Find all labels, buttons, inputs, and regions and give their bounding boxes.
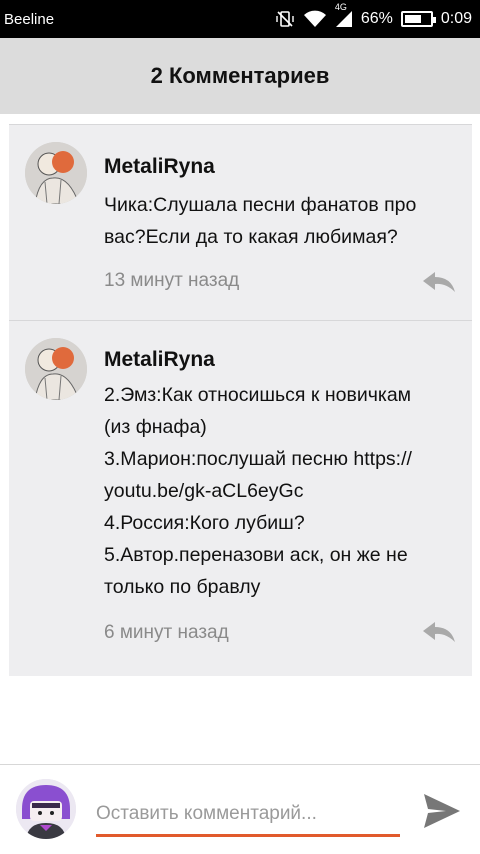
comment-card: MetaliRyna 2.Эмз:Как относишься к новичк… (9, 320, 472, 676)
comment-line: вас?Если да то какая любимая? (104, 226, 398, 248)
status-bar: Beeline 4G 66% 0:09 (0, 0, 480, 38)
comment-timestamp: 13 минут назад (104, 270, 240, 291)
avatar[interactable] (25, 338, 87, 400)
clock: 0:09 (440, 10, 472, 27)
header: 2 Комментариев (0, 38, 480, 114)
vibrate-off-icon (275, 9, 295, 29)
comment-card: MetaliRyna Чика:Слушала песни фанатов пр… (9, 124, 472, 320)
battery-percent: 66% (360, 10, 393, 27)
battery-fill (404, 15, 421, 23)
wifi-icon (303, 10, 327, 28)
battery-icon (400, 11, 436, 27)
comment-list: MetaliRyna Чика:Слушала песни фанатов пр… (9, 124, 472, 676)
comment-timestamp: 6 минут назад (104, 622, 229, 643)
avatar[interactable] (25, 142, 87, 204)
comment-line: Чика:Слушала песни фанатов про (104, 194, 417, 216)
status-icons: 4G 66% 0:09 (275, 2, 472, 29)
comment-text: 2.Эмз:Как относишься к новичкам (из фнаф… (104, 379, 464, 603)
comment-line: (из фнафа) (104, 416, 207, 438)
send-icon (424, 794, 460, 828)
comment-input-bar (0, 764, 480, 854)
reply-arrow-icon[interactable] (422, 271, 456, 293)
comment-line: 3.Марион:послушай песню https:// (104, 448, 412, 470)
network-type: 4G (334, 2, 347, 12)
signal-icon: 4G (335, 2, 353, 28)
comment-input[interactable] (96, 793, 400, 837)
comment-line: 5.Автор.переназови аск, он же не (104, 544, 408, 566)
carrier-name: Beeline (4, 10, 55, 28)
comment-line: 2.Эмз:Как относишься к новичкам (104, 384, 412, 406)
page-title: 2 Комментариев (150, 63, 330, 88)
comment-line: youtu.be/gk-aCL6eyGc (104, 480, 304, 502)
send-button[interactable] (420, 789, 464, 833)
user-avatar (16, 779, 76, 839)
comment-username[interactable]: MetaliRyna (104, 155, 215, 179)
comment-username[interactable]: MetaliRyna (104, 348, 215, 372)
comment-line: 4.Россия:Кого лубиш? (104, 512, 305, 534)
comment-line: только по бравлу (104, 576, 261, 598)
comment-text: Чика:Слушала песни фанатов про вас?Если … (104, 189, 464, 253)
reply-arrow-icon[interactable] (422, 621, 456, 643)
